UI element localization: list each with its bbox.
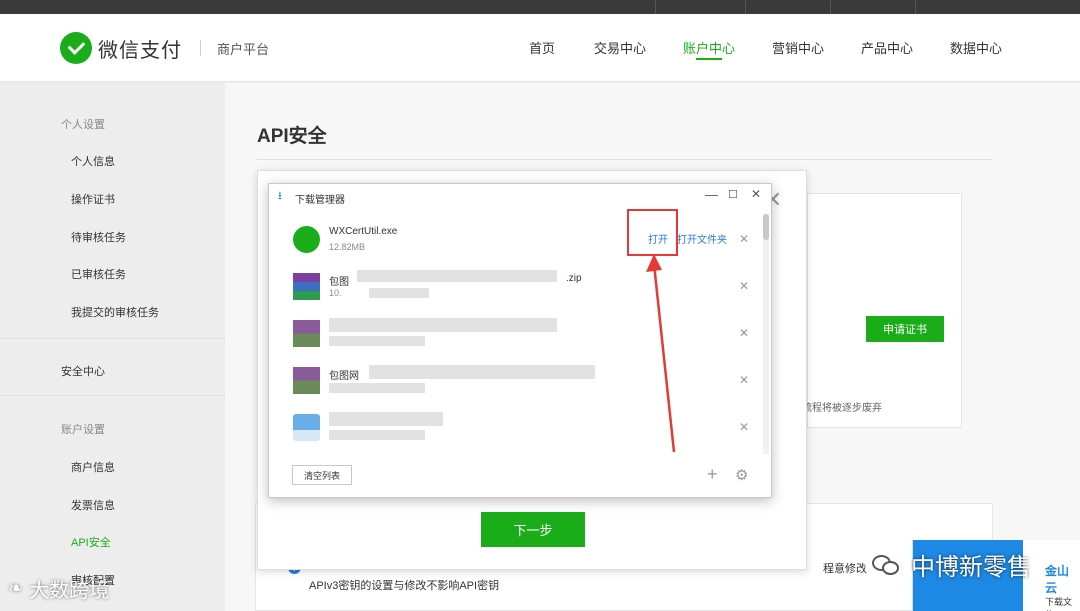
top-utility-item[interactable] xyxy=(655,0,735,14)
blurred-text xyxy=(329,336,425,346)
blurred-text xyxy=(357,270,557,282)
brand-logo[interactable]: 微信支付 商户平台 xyxy=(60,32,269,64)
blurred-text xyxy=(369,365,595,379)
nav-data-center[interactable]: 数据中心 xyxy=(950,38,1002,57)
remove-download-icon[interactable]: ✕ xyxy=(739,326,749,340)
minimize-icon[interactable]: — xyxy=(705,187,718,202)
ad-hint: 下载文件 xyxy=(1045,597,1073,611)
archive-file-icon xyxy=(293,273,320,300)
top-utility-item[interactable] xyxy=(915,0,995,14)
clear-list-button[interactable]: 清空列表 xyxy=(292,465,352,485)
nav-account-center[interactable]: 账户中心 xyxy=(683,38,735,57)
sidebar-item-pending-tasks[interactable]: 待审核任务 xyxy=(71,229,126,245)
blurred-text xyxy=(369,288,429,298)
site-header: 微信支付 商户平台 首页 交易中心 账户中心 营销中心 产品中心 数据中心 xyxy=(0,14,1080,82)
sidebar-divider xyxy=(0,338,225,339)
annotation-arrow xyxy=(646,254,676,453)
sidebar-group-account: 账户设置 xyxy=(61,424,105,436)
watermark-right: 中博新零售 xyxy=(865,545,1031,583)
apiv3-info-text: APIv3密钥的设置与修改不影响API密钥 xyxy=(309,580,500,592)
ad-brand: 金山云 xyxy=(1045,564,1070,595)
title-divider xyxy=(257,159,993,160)
sidebar-item-security-center[interactable]: 安全中心 xyxy=(61,363,105,379)
api-cert-card xyxy=(807,193,962,428)
sidebar-item-personal-info[interactable]: 个人信息 xyxy=(71,153,115,169)
download-file-size: 12.82MB xyxy=(329,242,366,252)
wechat-pay-icon xyxy=(60,32,92,64)
nav-home[interactable]: 首页 xyxy=(529,38,555,57)
open-folder-link[interactable]: 打开文件夹 xyxy=(677,231,727,246)
sidebar-item-operation-cert[interactable]: 操作证书 xyxy=(71,191,115,207)
download-file-name: 包图网 xyxy=(329,371,359,382)
top-utility-item[interactable] xyxy=(745,0,825,14)
nav-product-center[interactable]: 产品中心 xyxy=(861,38,913,57)
add-download-icon[interactable]: + xyxy=(707,464,718,485)
top-utility-item[interactable] xyxy=(830,0,910,14)
watermark-left-text: 大数跨境 xyxy=(29,580,110,602)
download-icon: ⭳ xyxy=(278,190,282,202)
page-title: API安全 xyxy=(257,126,327,147)
sidebar-item-my-submitted-tasks[interactable]: 我提交的审核任务 xyxy=(71,304,159,320)
sidebar: 个人设置 个人信息 操作证书 待审核任务 已审核任务 我提交的审核任务 安全中心… xyxy=(0,83,225,611)
top-utility-bar xyxy=(0,0,1080,14)
wechat-file-icon xyxy=(293,226,320,253)
blurred-text xyxy=(329,412,443,426)
sidebar-divider xyxy=(0,395,225,396)
blurred-text xyxy=(329,383,425,393)
download-file-size: 10. xyxy=(329,288,342,298)
maximize-icon[interactable]: ☐ xyxy=(728,188,738,201)
sidebar-item-merchant-info[interactable]: 商户信息 xyxy=(71,459,115,475)
download-list-scrollbar[interactable] xyxy=(763,214,769,454)
archive-file-icon xyxy=(293,320,320,347)
wechat-watermark-icon xyxy=(865,545,903,583)
archive-file-icon xyxy=(293,367,320,394)
download-file-name: 包图 xyxy=(329,277,349,288)
download-file-name: WXCertUtil.exe xyxy=(329,226,398,237)
window-close-icon[interactable]: ✕ xyxy=(751,187,761,201)
scrollbar-thumb[interactable] xyxy=(763,214,769,240)
nav-marketing-center[interactable]: 营销中心 xyxy=(772,38,824,57)
nav-active-indicator xyxy=(696,58,722,60)
sidebar-item-reviewed-tasks[interactable]: 已审核任务 xyxy=(71,266,126,282)
download-file-ext: .zip xyxy=(566,273,582,284)
sidebar-item-invoice-info[interactable]: 发票信息 xyxy=(71,497,115,513)
blurred-text xyxy=(329,430,425,440)
document-file-icon xyxy=(293,414,320,441)
watermark-right-text: 中博新零售 xyxy=(911,553,1031,581)
download-manager-title: 下载管理器 xyxy=(295,195,345,206)
blurred-text xyxy=(329,318,557,332)
settings-gear-icon[interactable]: ⚙ xyxy=(735,466,748,484)
sidebar-group-personal: 个人设置 xyxy=(61,119,105,131)
watermark-logo-icon: ❧ xyxy=(8,578,24,598)
highlight-box xyxy=(627,209,678,256)
remove-download-icon[interactable]: ✕ xyxy=(739,279,749,293)
watermark-left: ❧ 大数跨境 xyxy=(8,574,109,603)
brand-subtitle: 商户平台 xyxy=(217,41,270,57)
nav-trade-center[interactable]: 交易中心 xyxy=(594,38,646,57)
remove-download-icon[interactable]: ✕ xyxy=(739,373,749,387)
sidebar-item-api-security[interactable]: API安全 xyxy=(71,534,111,550)
logo-divider xyxy=(200,40,201,56)
apply-cert-button[interactable]: 申请证书 xyxy=(866,316,944,342)
next-step-button[interactable]: 下一步 xyxy=(481,512,585,547)
remove-download-icon[interactable]: ✕ xyxy=(739,232,749,246)
download-manager-window: ⭳ 下载管理器 — ☐ ✕ WXCertUtil.exe 12.82MB 打开 … xyxy=(268,183,772,498)
remove-download-icon[interactable]: ✕ xyxy=(739,420,749,434)
brand-name: 微信支付 xyxy=(98,39,182,62)
